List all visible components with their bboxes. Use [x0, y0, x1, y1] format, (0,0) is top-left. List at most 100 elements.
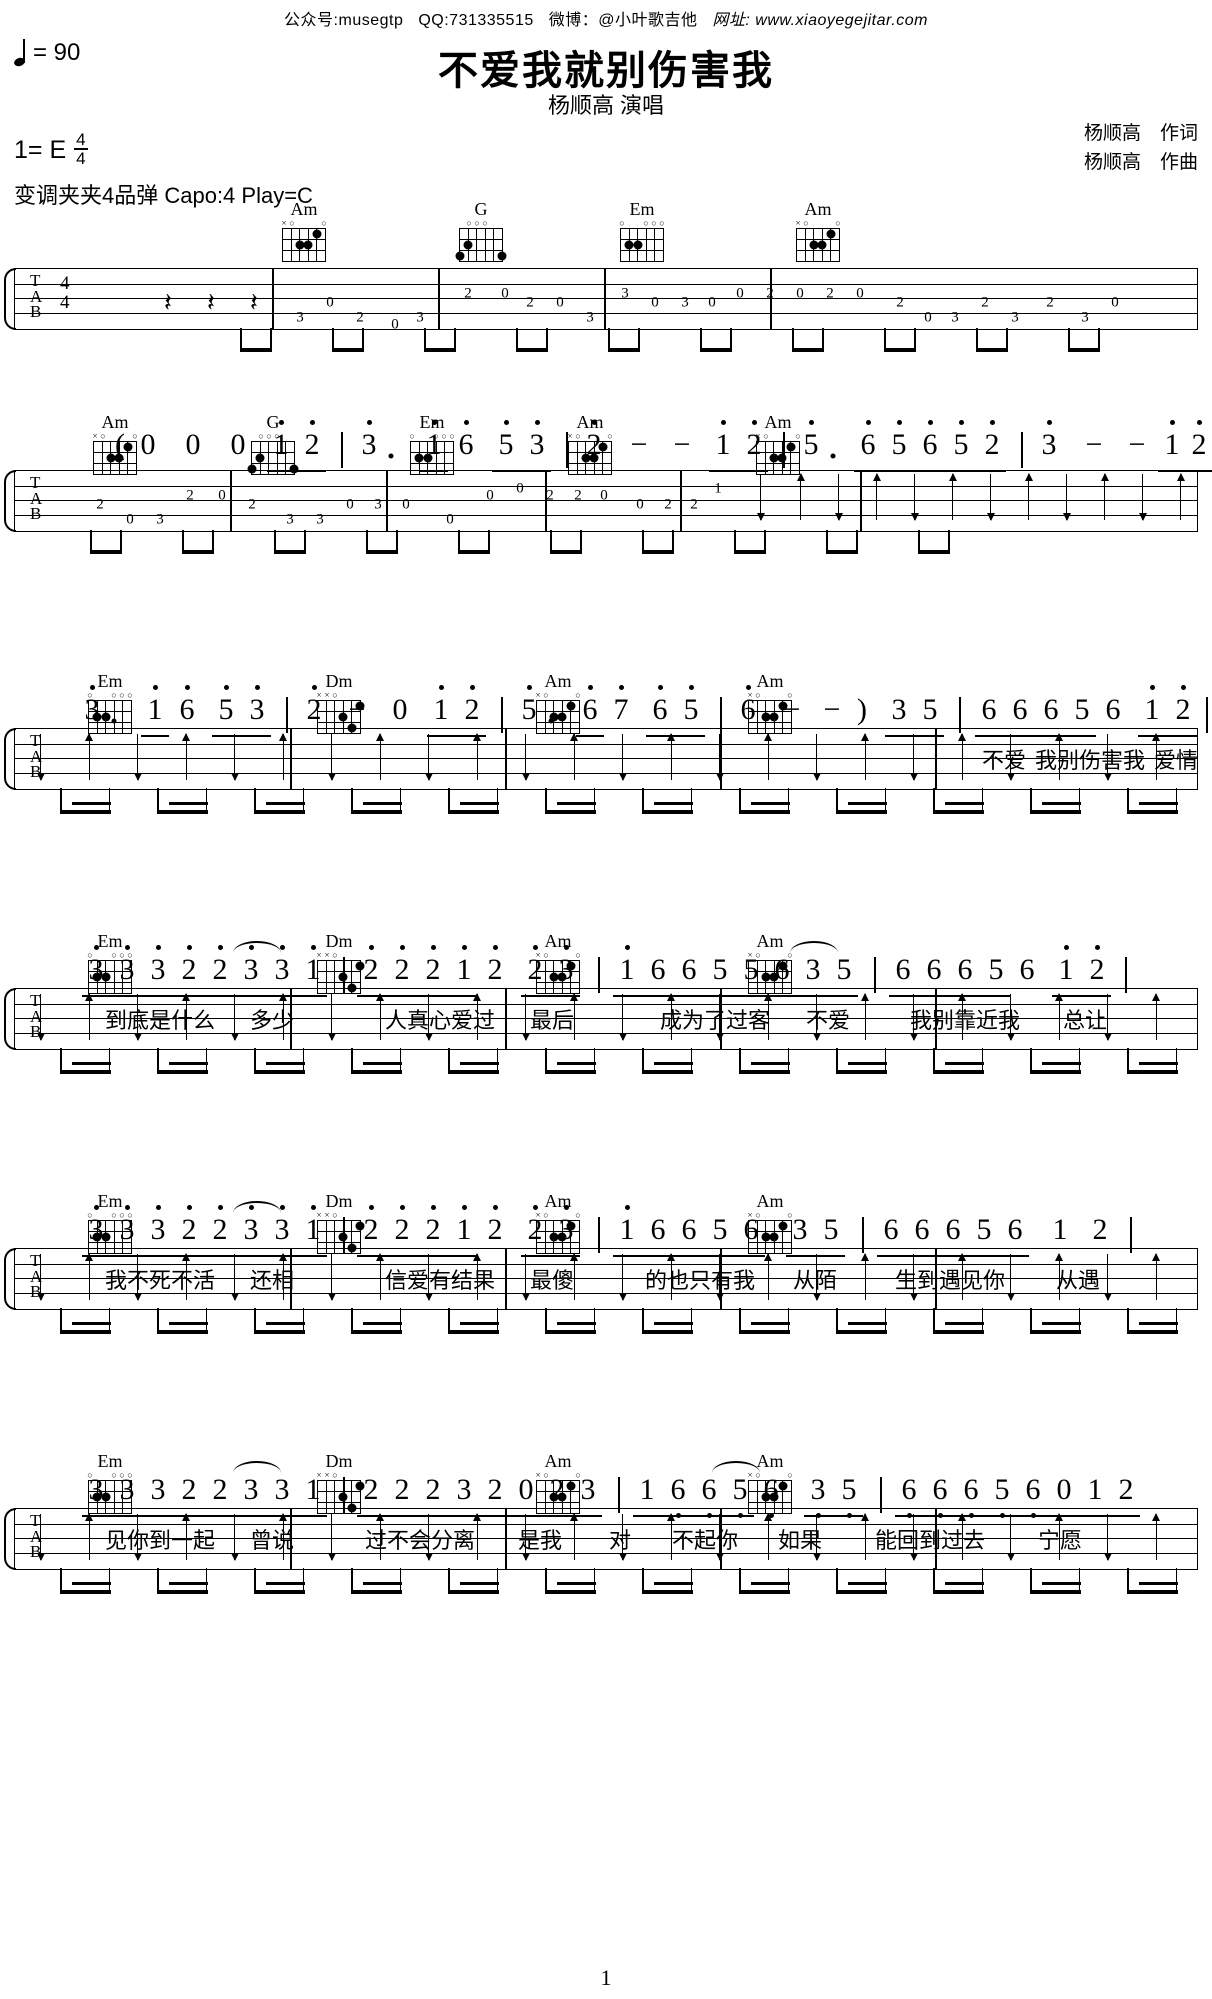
open-string-icon: ○: [803, 218, 809, 228]
bar-line: [604, 268, 606, 330]
note-beam: [792, 348, 824, 352]
octave-up-dot: [624, 945, 630, 950]
jianpu-note: 5: [988, 953, 1004, 986]
octave-up-dot: [618, 685, 624, 690]
mute-string-icon: ×: [795, 218, 801, 228]
site-weibo: 微博：@小叶歌吉他: [548, 12, 698, 29]
finger-dot: [817, 240, 827, 250]
tab-fret-number: 0: [126, 511, 134, 528]
lyric-text: 不爱: [805, 1008, 851, 1033]
chord-diagram: Am × ○ ○: [273, 200, 335, 262]
note-beam: [918, 550, 950, 554]
jianpu-note: 3: [243, 1473, 259, 1506]
jianpu-note: 2: [182, 1205, 197, 1245]
tab-fret-number: 3: [1011, 309, 1019, 326]
note-beam: [351, 1330, 402, 1334]
finger-dot: [497, 251, 507, 261]
note-beam: [545, 1590, 596, 1594]
note-beam-secondary: [848, 1322, 887, 1325]
chord-fret-grid: [282, 228, 326, 262]
tab-fret-number: 0: [556, 294, 564, 311]
note-beam-secondary: [557, 1322, 596, 1325]
finger-dot: [463, 240, 473, 250]
note-beam: [157, 1590, 208, 1594]
octave-up-dot: [368, 945, 374, 950]
jianpu-note: 0: [230, 428, 246, 461]
jianpu-note: 3: [275, 945, 290, 985]
note-beam-secondary: [654, 1582, 693, 1585]
jianpu-note: 6: [741, 685, 756, 725]
note-beam-secondary: [751, 802, 790, 805]
note-beam: [366, 550, 398, 554]
page-number: 1: [600, 1965, 612, 1990]
lyric-text: 信爱有结果: [384, 1268, 496, 1293]
note-beam: [642, 550, 674, 554]
note-beam: [448, 1590, 499, 1594]
jianpu-beam-underline: [1138, 735, 1197, 737]
jianpu-beam-underline: [521, 1255, 580, 1257]
tab-fret-number: 3: [316, 511, 324, 528]
lyric-text: 能回到过去: [874, 1528, 986, 1553]
octave-up-dot: [1180, 685, 1186, 690]
jianpu-note: 5: [836, 953, 852, 986]
jianpu-note: 1: [457, 1205, 472, 1245]
tab-fret-number: 2: [186, 487, 194, 504]
lyric-text: 总让: [1062, 1008, 1108, 1033]
jianpu-beam-underline: [804, 1515, 863, 1517]
jianpu-note: 7: [614, 685, 629, 725]
finger-dot: [303, 240, 313, 250]
note-beam: [351, 1070, 402, 1074]
note-beam: [332, 348, 364, 352]
site-public-account: 公众号:musegtp: [284, 12, 404, 29]
bar-line: [272, 268, 274, 330]
chord-name: Dm: [325, 1451, 353, 1471]
jianpu-note: 3: [891, 693, 907, 726]
jianpu-note: 5: [954, 420, 969, 460]
finger-dot: [455, 251, 465, 261]
note-beam-secondary: [1042, 802, 1081, 805]
lyric-text: 宁愿: [1037, 1528, 1083, 1553]
quarter-rest: 𝄽: [164, 287, 172, 317]
jianpu-barline: [343, 957, 345, 993]
note-beam: [351, 1590, 402, 1594]
duration-dot: [388, 453, 394, 459]
time-signature-numerator: 4: [74, 130, 88, 150]
note-beam: [157, 1070, 208, 1074]
jianpu-note: 1: [274, 420, 289, 460]
note-beam: [90, 550, 122, 554]
note-beam-secondary: [460, 1062, 499, 1065]
note-beam-secondary: [72, 802, 111, 805]
tab-fret-number: 3: [416, 309, 424, 326]
jianpu-barline: [874, 957, 876, 993]
tab-fret-number: 0: [708, 294, 716, 311]
note-beam: [1127, 1330, 1178, 1334]
note-beam-secondary: [169, 1582, 208, 1585]
jianpu-note: 5: [712, 953, 728, 986]
note-beam-secondary: [363, 1322, 402, 1325]
jianpu-note: 5: [499, 420, 514, 460]
note-beam: [274, 550, 306, 554]
jianpu-note: 3: [244, 1205, 259, 1245]
chord-name: Em: [629, 199, 655, 219]
time-signature: 4 4: [74, 130, 88, 168]
duration-dot: [830, 453, 836, 459]
octave-up-dot: [184, 685, 190, 690]
note-beam-secondary: [557, 802, 596, 805]
jianpu-beam-underline: [613, 1255, 765, 1257]
note-beam: [60, 810, 111, 814]
chord-name: Em: [97, 931, 123, 951]
lyric-text: 人真心爱过: [384, 1008, 496, 1033]
tab-fret-number: 3: [586, 309, 594, 326]
note-beam: [642, 1330, 693, 1334]
octave-up-dot: [309, 420, 315, 425]
note-beam-secondary: [266, 1322, 305, 1325]
time-signature-denominator: 4: [76, 149, 86, 168]
jianpu-note: 3: [559, 1205, 574, 1245]
jianpu-beam-underline: [895, 1515, 1140, 1517]
jianpu-barline: [1125, 957, 1127, 993]
chord-name: Em: [97, 671, 123, 691]
octave-up-dot: [399, 945, 405, 950]
octave-up-dot: [430, 945, 436, 950]
jianpu-paren: ): [857, 693, 867, 726]
chord-name: G: [474, 199, 488, 219]
